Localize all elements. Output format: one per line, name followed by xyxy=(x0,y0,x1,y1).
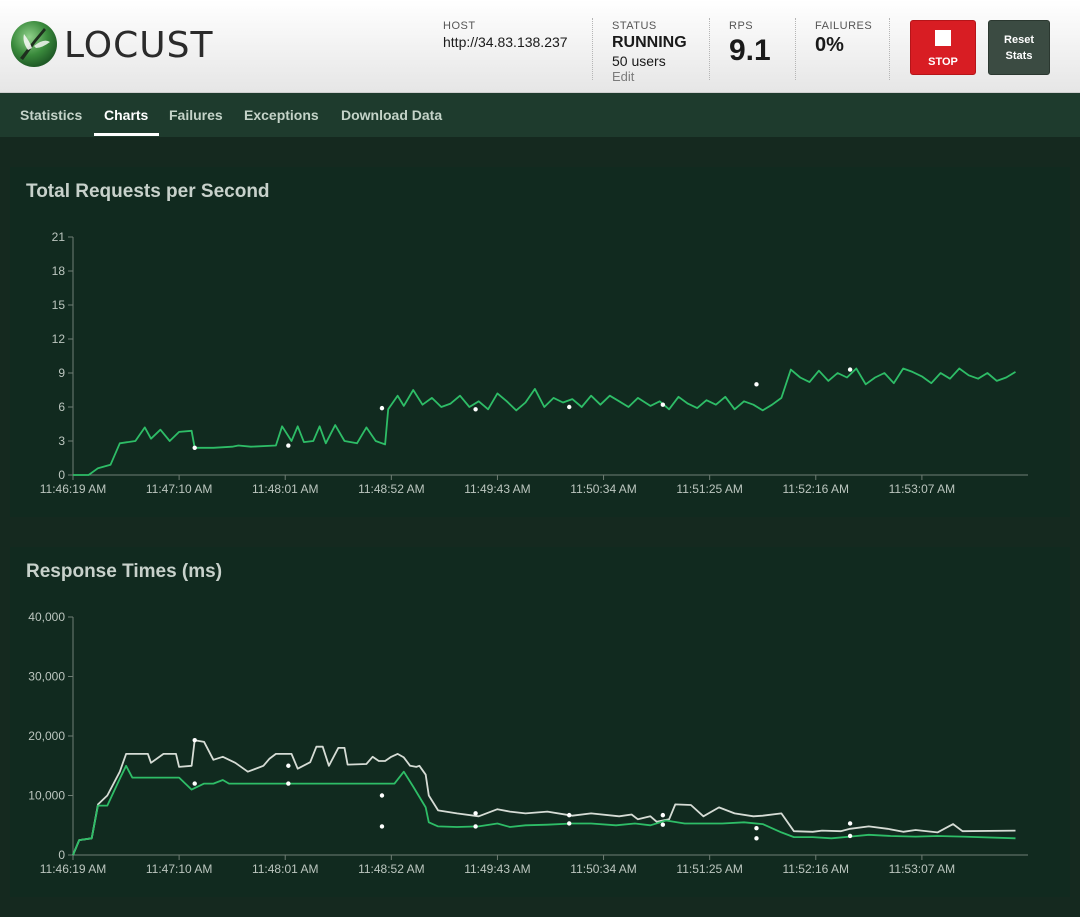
y-tick-label: 20,000 xyxy=(28,729,65,743)
host-label: HOST xyxy=(443,20,476,32)
locust-logo-icon xyxy=(11,21,57,67)
y-tick-label: 15 xyxy=(52,298,66,312)
user-count-value: 50 users xyxy=(612,53,666,69)
x-tick-label: 11:46:19 AM xyxy=(40,482,107,496)
stop-button-label: STOP xyxy=(928,56,958,68)
reset-button-label-line2: Stats xyxy=(1005,50,1033,62)
y-tick-label: 21 xyxy=(52,230,66,244)
y-tick-label: 0 xyxy=(58,468,65,482)
failures-label: FAILURES xyxy=(815,20,873,32)
series-line-1 xyxy=(72,764,1016,856)
data-point xyxy=(473,811,478,816)
x-tick-label: 11:48:52 AM xyxy=(358,482,425,496)
header-divider xyxy=(709,18,710,80)
x-tick-label: 11:51:25 AM xyxy=(676,482,743,496)
x-tick-label: 11:47:10 AM xyxy=(146,482,213,496)
data-point xyxy=(754,826,759,831)
data-point xyxy=(567,812,572,818)
status-value: RUNNING xyxy=(612,34,687,51)
tab-download-data[interactable]: Download Data xyxy=(341,107,442,123)
host-value: http://34.83.138.237 xyxy=(443,34,568,50)
data-point xyxy=(754,382,759,387)
rps-label: RPS xyxy=(729,20,754,32)
y-tick-label: 18 xyxy=(52,264,66,278)
rps-chart: 0 3 6 9 12 15 18 21 11:46:19 AM 11:47:10 AM 11:48:… xyxy=(40,230,1028,496)
data-point xyxy=(847,821,853,826)
rps-value: 9.1 xyxy=(729,34,771,67)
x-tick-label: 11:50:34 AM xyxy=(570,862,637,876)
stop-button[interactable]: STOP xyxy=(910,20,976,75)
data-point xyxy=(286,781,291,786)
data-point xyxy=(192,445,197,450)
tab-statistics[interactable]: Statistics xyxy=(20,107,82,123)
data-point xyxy=(473,824,478,829)
nav-bar: Statistics Charts Failures Exceptions Do… xyxy=(0,93,1080,137)
x-tick-label: 11:48:52 AM xyxy=(358,862,425,876)
data-point xyxy=(754,836,759,841)
edit-link[interactable]: Edit xyxy=(612,69,634,84)
header-bar: LOCUST HOST http://34.83.138.237 STATUS … xyxy=(0,0,1080,93)
x-tick-label: 11:52:16 AM xyxy=(783,482,850,496)
stop-icon xyxy=(935,30,951,46)
data-point xyxy=(286,443,291,448)
data-point xyxy=(567,821,572,826)
data-point xyxy=(660,812,666,818)
status-label: STATUS xyxy=(612,20,657,32)
tab-failures[interactable]: Failures xyxy=(169,107,223,123)
header-divider xyxy=(592,18,593,80)
x-tick-label: 11:48:01 AM xyxy=(252,482,319,496)
data-point xyxy=(192,737,197,743)
logo-text: LOCUST xyxy=(64,25,214,66)
y-tick-label: 3 xyxy=(58,434,65,448)
data-point xyxy=(286,763,291,768)
header-divider xyxy=(889,18,890,80)
response-times-chart-panel: Response Times (ms) 0 10,000 20,000 30,000 4… xyxy=(10,547,1070,897)
y-tick-label: 12 xyxy=(52,332,66,346)
x-tick-label: 11:49:43 AM xyxy=(464,482,531,496)
reset-button-label-line1: Reset xyxy=(1004,34,1034,46)
series-line-0 xyxy=(72,739,1016,856)
tab-exceptions[interactable]: Exceptions xyxy=(244,107,319,123)
data-point xyxy=(567,404,572,410)
data-point xyxy=(192,781,197,786)
x-tick-label: 11:50:34 AM xyxy=(570,482,637,496)
y-tick-label: 9 xyxy=(58,366,65,380)
active-tab-indicator xyxy=(94,133,159,136)
response-times-chart: 0 10,000 20,000 30,000 40,000 11:46:19 AM 11:4… xyxy=(28,610,1028,876)
data-point xyxy=(847,833,853,839)
data-point xyxy=(473,407,478,412)
failures-value: 0% xyxy=(815,34,844,56)
data-point xyxy=(379,793,385,798)
x-tick-label: 11:53:07 AM xyxy=(889,862,956,876)
rps-chart-panel: Total Requests per Second 0 3 6 9 12 15 18 21 11… xyxy=(10,167,1070,517)
y-tick-label: 6 xyxy=(58,400,65,414)
data-point xyxy=(379,405,385,411)
data-point xyxy=(660,822,666,827)
x-tick-label: 11:48:01 AM xyxy=(252,862,319,876)
header-divider xyxy=(795,18,796,80)
x-tick-label: 11:49:43 AM xyxy=(464,862,531,876)
x-tick-label: 11:53:07 AM xyxy=(889,482,956,496)
y-tick-label: 10,000 xyxy=(28,789,65,803)
data-point xyxy=(379,824,385,829)
x-tick-label: 11:51:25 AM xyxy=(676,862,743,876)
reset-stats-button[interactable]: Reset Stats xyxy=(988,20,1050,75)
x-tick-label: 11:46:19 AM xyxy=(40,862,107,876)
data-point xyxy=(847,367,853,372)
y-tick-label: 40,000 xyxy=(28,610,65,624)
x-tick-label: 11:52:16 AM xyxy=(783,862,850,876)
tab-charts[interactable]: Charts xyxy=(104,107,148,123)
series-line-0 xyxy=(73,367,1016,476)
data-point xyxy=(660,402,666,407)
x-tick-label: 11:47:10 AM xyxy=(146,862,213,876)
y-tick-label: 0 xyxy=(58,848,65,862)
y-tick-label: 30,000 xyxy=(28,670,65,684)
